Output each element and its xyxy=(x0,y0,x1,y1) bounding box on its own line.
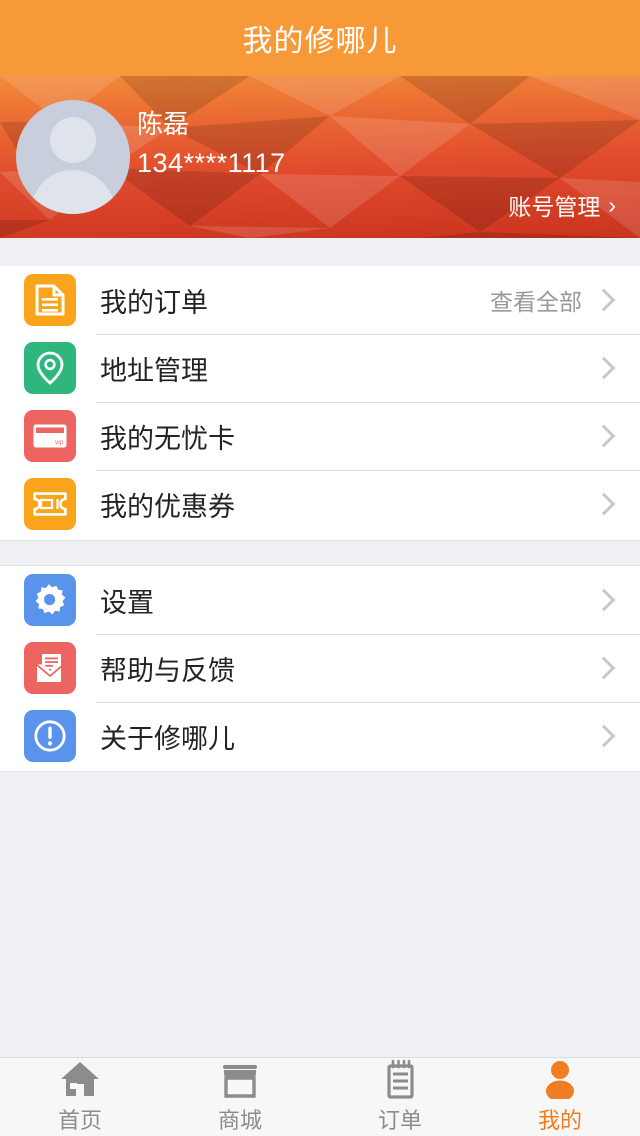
bottom-tab-bar: 首页 商城 订单 我的 xyxy=(0,1057,640,1136)
menu-group-primary: 我的订单 查看全部 地址管理 vip 我的无忧卡 我的优惠券 xyxy=(0,266,640,540)
avatar[interactable] xyxy=(16,100,130,214)
chevron-right-icon xyxy=(592,288,616,312)
menu-item-aside: 查看全部 xyxy=(490,289,582,315)
user-name: 陈磊 xyxy=(137,109,190,139)
order-list-icon xyxy=(387,1059,414,1099)
avatar-head-shape xyxy=(50,117,96,163)
info-exclamation-icon xyxy=(24,710,76,762)
envelope-icon xyxy=(24,642,76,694)
profile-header: 陈磊 134****1117 账号管理 › xyxy=(0,76,640,238)
tab-label: 订单 xyxy=(377,1108,422,1133)
avatar-body-shape xyxy=(31,170,115,214)
tab-mine[interactable]: 我的 xyxy=(480,1058,640,1136)
menu-item-my-orders[interactable]: 我的订单 查看全部 xyxy=(0,266,640,334)
chevron-right-icon xyxy=(592,424,616,448)
chevron-right-icon xyxy=(592,356,616,380)
menu-item-label: 我的优惠券 xyxy=(100,491,235,522)
menu-item-label: 我的订单 xyxy=(100,287,208,318)
content-empty-area xyxy=(0,771,640,1057)
title-bar: 我的修哪儿 xyxy=(0,0,640,76)
vip-card-icon: vip xyxy=(24,410,76,462)
menu-item-about[interactable]: 关于修哪儿 xyxy=(0,702,640,770)
menu-item-label: 我的无忧卡 xyxy=(100,423,235,454)
home-icon xyxy=(61,1062,99,1096)
user-phone: 134****1117 xyxy=(137,148,286,178)
menu-item-address-management[interactable]: 地址管理 xyxy=(0,334,640,402)
menu-item-label: 设置 xyxy=(100,587,154,618)
account-management-label: 账号管理 xyxy=(508,194,601,220)
tab-store[interactable]: 商城 xyxy=(160,1058,320,1136)
chevron-right-icon xyxy=(592,724,616,748)
menu-item-coupons[interactable]: 我的优惠券 xyxy=(0,470,640,538)
menu-item-help-feedback[interactable]: 帮助与反馈 xyxy=(0,634,640,702)
tab-label: 我的 xyxy=(537,1108,582,1133)
tab-orders[interactable]: 订单 xyxy=(320,1058,480,1136)
chevron-right-icon: › xyxy=(608,191,616,218)
chevron-right-icon xyxy=(592,588,616,612)
person-icon xyxy=(546,1061,574,1099)
tab-label: 首页 xyxy=(57,1108,102,1133)
account-management-link[interactable]: 账号管理 › xyxy=(508,188,616,222)
gear-icon xyxy=(24,574,76,626)
tab-home[interactable]: 首页 xyxy=(0,1058,160,1136)
coupon-ticket-icon xyxy=(24,478,76,530)
app-screen: 我的修哪儿 陈磊 134****1117 账号管理 › 我的订单 查看全部 地址… xyxy=(0,0,640,1136)
section-gap-top xyxy=(0,238,640,266)
chevron-right-icon xyxy=(592,492,616,516)
svg-text:vip: vip xyxy=(55,439,64,446)
menu-item-label: 地址管理 xyxy=(100,355,208,386)
menu-item-label: 帮助与反馈 xyxy=(100,655,235,686)
location-pin-icon xyxy=(24,342,76,394)
chevron-right-icon xyxy=(592,656,616,680)
menu-item-settings[interactable]: 设置 xyxy=(0,566,640,634)
menu-item-vip-card[interactable]: vip 我的无忧卡 xyxy=(0,402,640,470)
menu-group-secondary: 设置 帮助与反馈 关于修哪儿 xyxy=(0,566,640,771)
document-icon xyxy=(24,274,76,326)
menu-item-label: 关于修哪儿 xyxy=(100,723,235,754)
tab-label: 商城 xyxy=(217,1108,262,1133)
store-icon xyxy=(223,1065,257,1098)
page-title: 我的修哪儿 xyxy=(242,25,398,58)
section-gap-middle xyxy=(0,540,640,566)
